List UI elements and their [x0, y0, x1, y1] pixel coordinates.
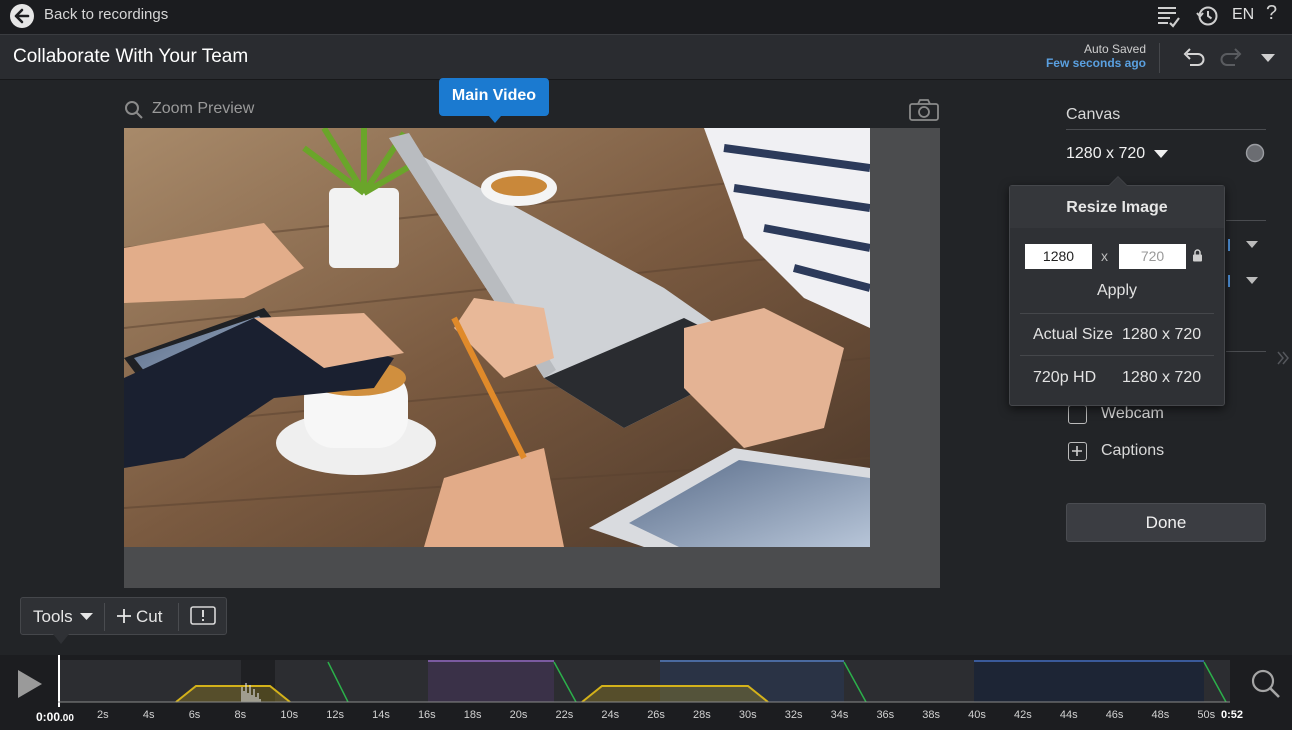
- webcam-label: Webcam: [1101, 405, 1164, 422]
- video-photo: [124, 128, 870, 547]
- checklist-icon[interactable]: [1155, 3, 1181, 29]
- help-icon[interactable]: ?: [1266, 2, 1277, 25]
- lock-icon[interactable]: [1192, 249, 1203, 262]
- tick-label: 4s: [142, 709, 155, 721]
- tick-label: 38s: [922, 709, 941, 721]
- tick-label: 22s: [555, 709, 574, 721]
- tick-label: 50s: [1197, 709, 1216, 721]
- back-to-recordings-link[interactable]: Back to recordings: [44, 6, 168, 23]
- tick-label: 48s: [1151, 709, 1170, 721]
- main-video-badge[interactable]: Main Video: [439, 78, 549, 123]
- tick-label: 2s: [97, 709, 109, 721]
- current-time-frac: .00: [60, 713, 74, 724]
- canvas-label: Canvas: [1066, 106, 1121, 123]
- option-size: 1280 x 720: [1122, 326, 1202, 343]
- option-name: 720p HD: [1033, 369, 1097, 386]
- video-canvas[interactable]: [124, 128, 940, 588]
- cut-label: Cut: [136, 607, 163, 626]
- size-option-720p[interactable]: 720p HD 1280 x 720: [1010, 356, 1224, 396]
- tick-label: 34s: [830, 709, 849, 721]
- captions-add-icon[interactable]: [1068, 442, 1087, 461]
- language-selector[interactable]: EN: [1232, 6, 1254, 24]
- times-label: x: [1101, 248, 1108, 264]
- canvas-size-dropdown[interactable]: 1280 x 720: [1066, 145, 1168, 163]
- tools-toolbar: Tools Cut: [20, 597, 227, 644]
- zoom-preview-label[interactable]: Zoom Preview: [152, 100, 254, 118]
- play-icon[interactable]: [16, 669, 44, 699]
- resize-image-popup: Resize Image 1280 x 720 Apply Actual Siz…: [1009, 176, 1225, 406]
- divider: [178, 603, 179, 631]
- option-name: Actual Size: [1033, 326, 1114, 343]
- undo-icon[interactable]: [1181, 45, 1207, 71]
- autosave-status: Auto Saved Few seconds ago: [1046, 42, 1146, 70]
- webcam-checkbox[interactable]: [1068, 405, 1087, 424]
- tick-label: 6s: [188, 709, 201, 721]
- history-icon[interactable]: [1195, 3, 1221, 29]
- volume-dropdown[interactable]: [1226, 236, 1270, 254]
- search-icon[interactable]: [124, 100, 144, 120]
- tick-label: 28s: [693, 709, 711, 721]
- width-input[interactable]: 1280: [1025, 244, 1092, 269]
- divider: [1066, 129, 1266, 130]
- tick-label: 36s: [876, 709, 895, 721]
- plus-icon: [117, 609, 131, 623]
- top-bar: Back to recordings EN ?: [0, 0, 1292, 34]
- tick-label: 42s: [1014, 709, 1032, 721]
- tick-label: 20s: [509, 709, 528, 721]
- captions-label: Captions: [1101, 442, 1165, 459]
- divider: [1226, 351, 1266, 352]
- tick-label: 8s: [234, 709, 247, 721]
- tick-label: 44s: [1059, 709, 1078, 721]
- color-swatch[interactable]: [1245, 143, 1265, 163]
- tools-label: Tools: [33, 607, 73, 626]
- redo-icon[interactable]: [1218, 45, 1244, 71]
- tick-label: 12s: [326, 709, 344, 721]
- tick-label: 30s: [738, 709, 757, 721]
- plus-icon: [1072, 446, 1082, 456]
- timeline[interactable]: 0:00.00 2s 4s 6s 8s 10s 12s 14s 16s 18s 20s 22s 24s…: [0, 655, 1292, 730]
- tick-label: 24s: [601, 709, 620, 721]
- divider: [1226, 220, 1266, 221]
- divider: [104, 603, 105, 631]
- divider: [1159, 43, 1160, 73]
- page-title: Collaborate With Your Team: [13, 46, 249, 67]
- zoom-timeline-icon[interactable]: [1250, 668, 1282, 700]
- title-bar: Collaborate With Your Team Auto Saved Fe…: [0, 34, 1292, 80]
- alert-icon[interactable]: [190, 606, 216, 626]
- chevron-right-icon[interactable]: [1276, 350, 1290, 366]
- tick-label: 40s: [968, 709, 986, 721]
- option-size: 1280 x 720: [1122, 369, 1202, 386]
- tick-label: 18s: [463, 709, 482, 721]
- autosave-time: Few seconds ago: [1045, 56, 1146, 70]
- camera-icon[interactable]: [908, 98, 940, 122]
- caret-down-icon[interactable]: [1259, 52, 1277, 64]
- caret-down-icon: [80, 613, 93, 620]
- main-video-frame[interactable]: [124, 128, 870, 547]
- caret-down-icon: [1154, 150, 1168, 158]
- cut-button[interactable]: Cut: [107, 598, 175, 634]
- tick-label: 46s: [1105, 709, 1124, 721]
- tick-label: 26s: [647, 709, 665, 721]
- timeline-track[interactable]: [58, 655, 1230, 707]
- height-input[interactable]: 720: [1119, 244, 1186, 269]
- tick-label: 14s: [372, 709, 390, 721]
- back-arrow-icon[interactable]: [10, 4, 34, 28]
- end-time: 0:52: [1221, 709, 1244, 721]
- current-time: 0:00.00: [36, 710, 74, 724]
- tick-label: 32s: [784, 709, 803, 721]
- tools-dropdown[interactable]: Tools: [21, 598, 103, 634]
- size-option-actual[interactable]: Actual Size 1280 x 720: [1010, 314, 1224, 354]
- autosave-label: Auto Saved: [1083, 42, 1146, 56]
- tick-label: 10s: [280, 709, 299, 721]
- canvas-size-value: 1280 x 720: [1066, 145, 1146, 162]
- done-button[interactable]: Done: [1066, 503, 1266, 542]
- current-time-main: 0:00: [36, 710, 61, 724]
- popup-title: Resize Image: [1010, 186, 1224, 228]
- apply-button[interactable]: Apply: [1010, 282, 1224, 300]
- tick-label: 16s: [417, 709, 436, 721]
- volume-dropdown[interactable]: [1226, 272, 1270, 290]
